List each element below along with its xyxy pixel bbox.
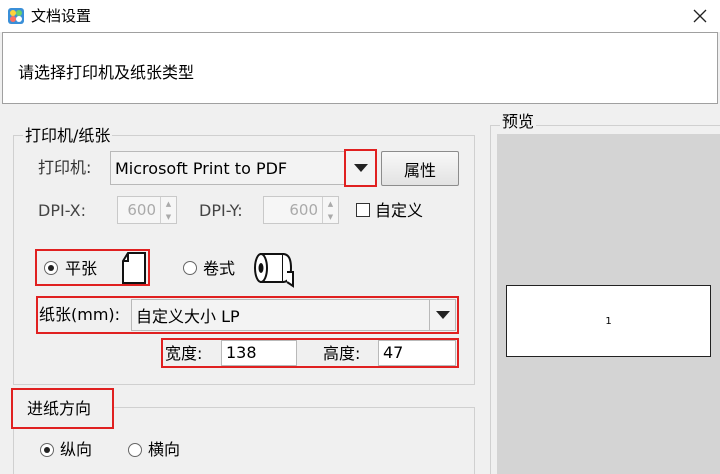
spin-down-icon[interactable]: ▼: [323, 210, 338, 223]
flat-paper-radio[interactable]: [44, 261, 58, 275]
roll-paper-icon: [253, 248, 295, 292]
dpi-y-label: DPI-Y:: [199, 201, 243, 220]
height-label: 高度:: [323, 344, 361, 363]
dpi-x-label: DPI-X:: [38, 201, 87, 220]
close-button[interactable]: [680, 0, 720, 32]
dpi-x-spinner[interactable]: 600 ▲ ▼: [117, 196, 177, 224]
custom-dpi-label: 自定义: [375, 201, 424, 220]
dpi-y-value: 600: [289, 201, 318, 219]
paper-size-value: 自定义大小 LP: [136, 307, 240, 326]
width-input[interactable]: 138: [221, 340, 297, 366]
landscape-radio[interactable]: [128, 443, 142, 457]
window-title: 文档设置: [31, 7, 92, 25]
printer-paper-group-title: 打印机/纸张: [23, 126, 113, 146]
portrait-label: 纵向: [60, 440, 93, 459]
custom-dpi-checkbox[interactable]: [356, 203, 370, 217]
height-input[interactable]: 47: [378, 340, 456, 366]
spin-up-icon[interactable]: ▲: [323, 197, 338, 210]
portrait-radio[interactable]: [40, 443, 54, 457]
chevron-down-icon: [353, 164, 368, 172]
properties-button[interactable]: 属性: [381, 151, 459, 186]
printer-dropdown-button[interactable]: [344, 149, 377, 187]
printer-label: 打印机:: [38, 158, 92, 177]
paper-size-label: 纸张(mm):: [39, 305, 121, 324]
paper-size-select[interactable]: 自定义大小 LP: [131, 299, 456, 331]
spin-up-icon[interactable]: ▲: [161, 197, 176, 210]
app-logo-icon: [7, 7, 25, 25]
spin-down-icon[interactable]: ▼: [161, 210, 176, 223]
flat-paper-label: 平张: [65, 259, 98, 278]
dpi-x-value: 600: [127, 201, 156, 219]
roll-paper-label: 卷式: [203, 259, 236, 278]
preview-page: 1: [506, 285, 711, 357]
flat-sheet-icon: [120, 251, 148, 289]
feed-direction-title: 进纸方向: [25, 399, 94, 419]
printer-select[interactable]: Microsoft Print to PDF: [110, 151, 376, 185]
width-label: 宽度:: [165, 344, 203, 363]
paper-size-dropdown-button[interactable]: [429, 300, 455, 330]
header-instruction: 请选择打印机及纸张类型: [18, 63, 195, 82]
close-icon: [693, 9, 707, 23]
roll-paper-radio[interactable]: [183, 261, 197, 275]
printer-select-value: Microsoft Print to PDF: [115, 158, 288, 178]
dpi-y-spinner[interactable]: 600 ▲ ▼: [263, 196, 339, 224]
title-bar: [0, 0, 720, 32]
landscape-label: 横向: [148, 440, 181, 459]
chevron-down-icon: [435, 311, 450, 319]
preview-title: 预览: [500, 112, 537, 132]
preview-page-number: 1: [605, 315, 612, 327]
